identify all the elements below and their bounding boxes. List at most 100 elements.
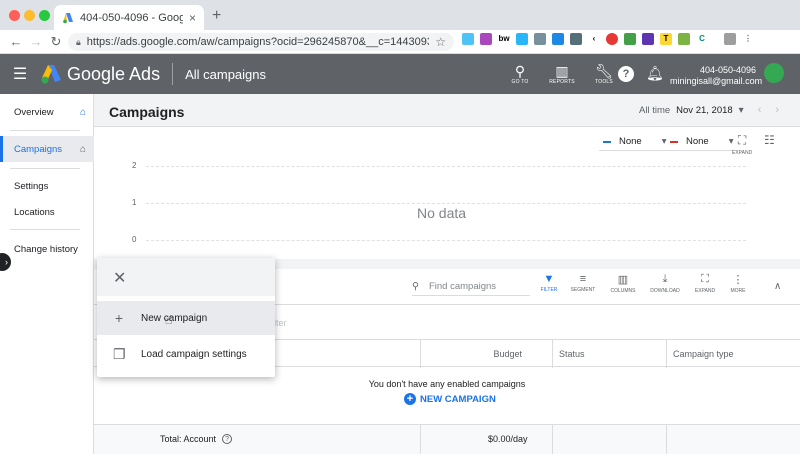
back-icon[interactable]: ← xyxy=(6,34,26,49)
new-campaign-menu-item[interactable]: + New campaign xyxy=(97,301,275,335)
close-icon[interactable]: ✕ xyxy=(113,268,126,288)
bookmark-star-icon[interactable]: ☆ xyxy=(435,35,446,49)
tab-close-icon[interactable]: × xyxy=(189,11,196,25)
menu-icon[interactable]: ☰ xyxy=(0,64,40,84)
extension-green-icon[interactable] xyxy=(678,33,690,45)
sidebar-item-label: Settings xyxy=(14,180,49,192)
performance-chart: None ▾ None ▾ ⛶ EXPAND ☷ 2 1 0 No data xyxy=(94,126,800,259)
more-label: MORE xyxy=(730,288,746,294)
address-bar[interactable]: 🔒︎ https://ads.google.com/aw/campaigns?o… xyxy=(68,33,454,51)
wrench-icon: 🔧︎ xyxy=(595,63,613,79)
extension-grid-icon[interactable] xyxy=(480,33,492,45)
more-button[interactable]: ⋮ MORE xyxy=(721,273,755,294)
extension-bw-icon[interactable]: bw xyxy=(498,33,510,45)
plus-icon: + xyxy=(404,393,416,405)
sidebar-divider xyxy=(10,168,80,169)
tools-button[interactable]: 🔧︎ TOOLS xyxy=(589,63,619,85)
expand-icon: ⛶ xyxy=(701,273,709,285)
extensions-bar: bw ‹ T C ⋮ xyxy=(462,33,754,45)
chevron-up-icon[interactable]: ∧ xyxy=(774,281,781,292)
grid-line xyxy=(146,166,746,167)
browser-tab[interactable]: 404-050-4096 - Google Ads × xyxy=(54,5,204,30)
date-range-picker[interactable]: All time Nov 21, 2018 ▾ ‹ › xyxy=(639,104,779,116)
expand-table-button[interactable]: ⛶ EXPAND xyxy=(688,273,722,294)
sidebar-divider xyxy=(10,229,80,230)
total-budget: $0.00/day xyxy=(488,434,528,444)
create-menu-header: ✕ xyxy=(97,258,275,296)
segment-icon: ≡ xyxy=(579,273,587,285)
columns-button[interactable]: ▥ COLUMNS xyxy=(606,273,640,294)
prev-range-icon[interactable]: ‹ xyxy=(758,104,762,116)
window-maximize-button[interactable] xyxy=(39,10,50,21)
extension-camera-icon[interactable] xyxy=(534,33,546,45)
extension-arrow-icon[interactable] xyxy=(570,33,582,45)
expand-table-label: EXPAND xyxy=(694,288,716,294)
extension-shield-icon[interactable] xyxy=(642,33,654,45)
extension-red-icon[interactable] xyxy=(606,33,618,45)
y-tick-label: 2 xyxy=(132,161,137,170)
account-info[interactable]: 404-050-4096 miningisall@gmail.com xyxy=(670,65,763,87)
sidebar-item-change-history[interactable]: Change history xyxy=(0,236,94,262)
filter-button[interactable]: ▼ FILTER xyxy=(532,273,566,293)
expand-label: EXPAND xyxy=(732,150,753,156)
sidebar-item-locations[interactable]: Locations xyxy=(0,199,94,225)
reload-icon[interactable]: ↻ xyxy=(46,34,66,50)
column-header-budget[interactable]: Budget xyxy=(420,340,552,368)
column-divider xyxy=(552,425,553,454)
new-campaign-label: NEW CAMPAIGN xyxy=(420,393,496,405)
sliders-icon: ☷ xyxy=(764,133,775,147)
extension-back-icon[interactable]: ‹ xyxy=(588,33,600,45)
metric-selector-2[interactable]: None ▾ xyxy=(666,133,738,151)
home-icon: ⌂ xyxy=(79,143,86,155)
help-icon[interactable]: ? xyxy=(222,434,233,444)
date-range-value: Nov 21, 2018 xyxy=(676,104,733,116)
new-campaign-button[interactable]: + NEW CAMPAIGN xyxy=(404,393,496,405)
window-close-button[interactable] xyxy=(9,10,20,21)
browser-toolbar: ← → ↻ 🔒︎ https://ads.google.com/aw/campa… xyxy=(0,30,800,54)
empty-table-message: You don't have any enabled campaigns xyxy=(368,379,526,389)
goto-label: GO TO xyxy=(511,79,529,85)
segment-button[interactable]: ≡ SEGMENT xyxy=(566,273,600,293)
chart-settings-button[interactable]: ☷ xyxy=(764,133,775,147)
find-campaigns-input[interactable]: ⚲ Find campaigns xyxy=(412,278,530,296)
extension-download-icon[interactable] xyxy=(552,33,564,45)
forward-icon[interactable]: → xyxy=(26,34,46,49)
extension-cloud2-icon[interactable] xyxy=(516,33,528,45)
sidebar-item-overview[interactable]: Overview ⌂ xyxy=(0,99,94,125)
chart-expand-button[interactable]: ⛶ EXPAND xyxy=(732,133,752,156)
sidebar-item-settings[interactable]: Settings xyxy=(0,173,94,199)
goto-button[interactable]: ⚲ GO TO xyxy=(505,63,535,85)
page-scope-title: All campaigns xyxy=(185,66,267,82)
next-range-icon[interactable]: › xyxy=(775,104,779,116)
extension-pin-icon[interactable] xyxy=(624,33,636,45)
load-campaign-settings-menu-item[interactable]: ❐ Load campaign settings xyxy=(97,337,275,371)
chrome-menu-icon[interactable]: ⋮ xyxy=(742,33,754,45)
window-minimize-button[interactable] xyxy=(24,10,35,21)
metric-label: None xyxy=(619,136,642,147)
sidebar-item-label: Change history xyxy=(14,243,78,255)
account-email: miningisall@gmail.com xyxy=(670,76,763,86)
extension-c-icon[interactable]: C xyxy=(696,33,708,45)
grid-line xyxy=(146,203,746,204)
column-header-status[interactable]: Status xyxy=(552,340,666,368)
extension-cloud-icon[interactable] xyxy=(462,33,474,45)
avatar[interactable] xyxy=(764,63,784,83)
y-tick-label: 1 xyxy=(132,198,137,207)
extension-t-icon[interactable]: T xyxy=(660,33,672,45)
column-divider xyxy=(420,425,421,454)
plus-icon: + xyxy=(114,310,124,326)
metric-selector-1[interactable]: None ▾ xyxy=(599,133,671,151)
sidebar-item-label: Overview xyxy=(14,106,54,118)
sidebar-divider xyxy=(10,130,80,131)
sidebar-item-campaigns[interactable]: Campaigns ⌂ xyxy=(0,136,94,162)
lock-icon: 🔒︎ xyxy=(76,36,81,47)
notifications-bell-icon[interactable]: 🔔︎ xyxy=(646,65,664,82)
column-header-campaign-type[interactable]: Campaign type xyxy=(666,340,800,368)
product-name: Google Ads xyxy=(67,63,161,84)
help-icon[interactable]: ? xyxy=(618,66,634,82)
copy-icon: ❐ xyxy=(113,345,126,362)
reports-button[interactable]: ▥ REPORTS xyxy=(547,63,577,85)
profile-icon[interactable] xyxy=(724,33,736,45)
download-button[interactable]: ⤓ DOWNLOAD xyxy=(648,273,682,294)
new-tab-button[interactable]: + xyxy=(212,7,221,25)
